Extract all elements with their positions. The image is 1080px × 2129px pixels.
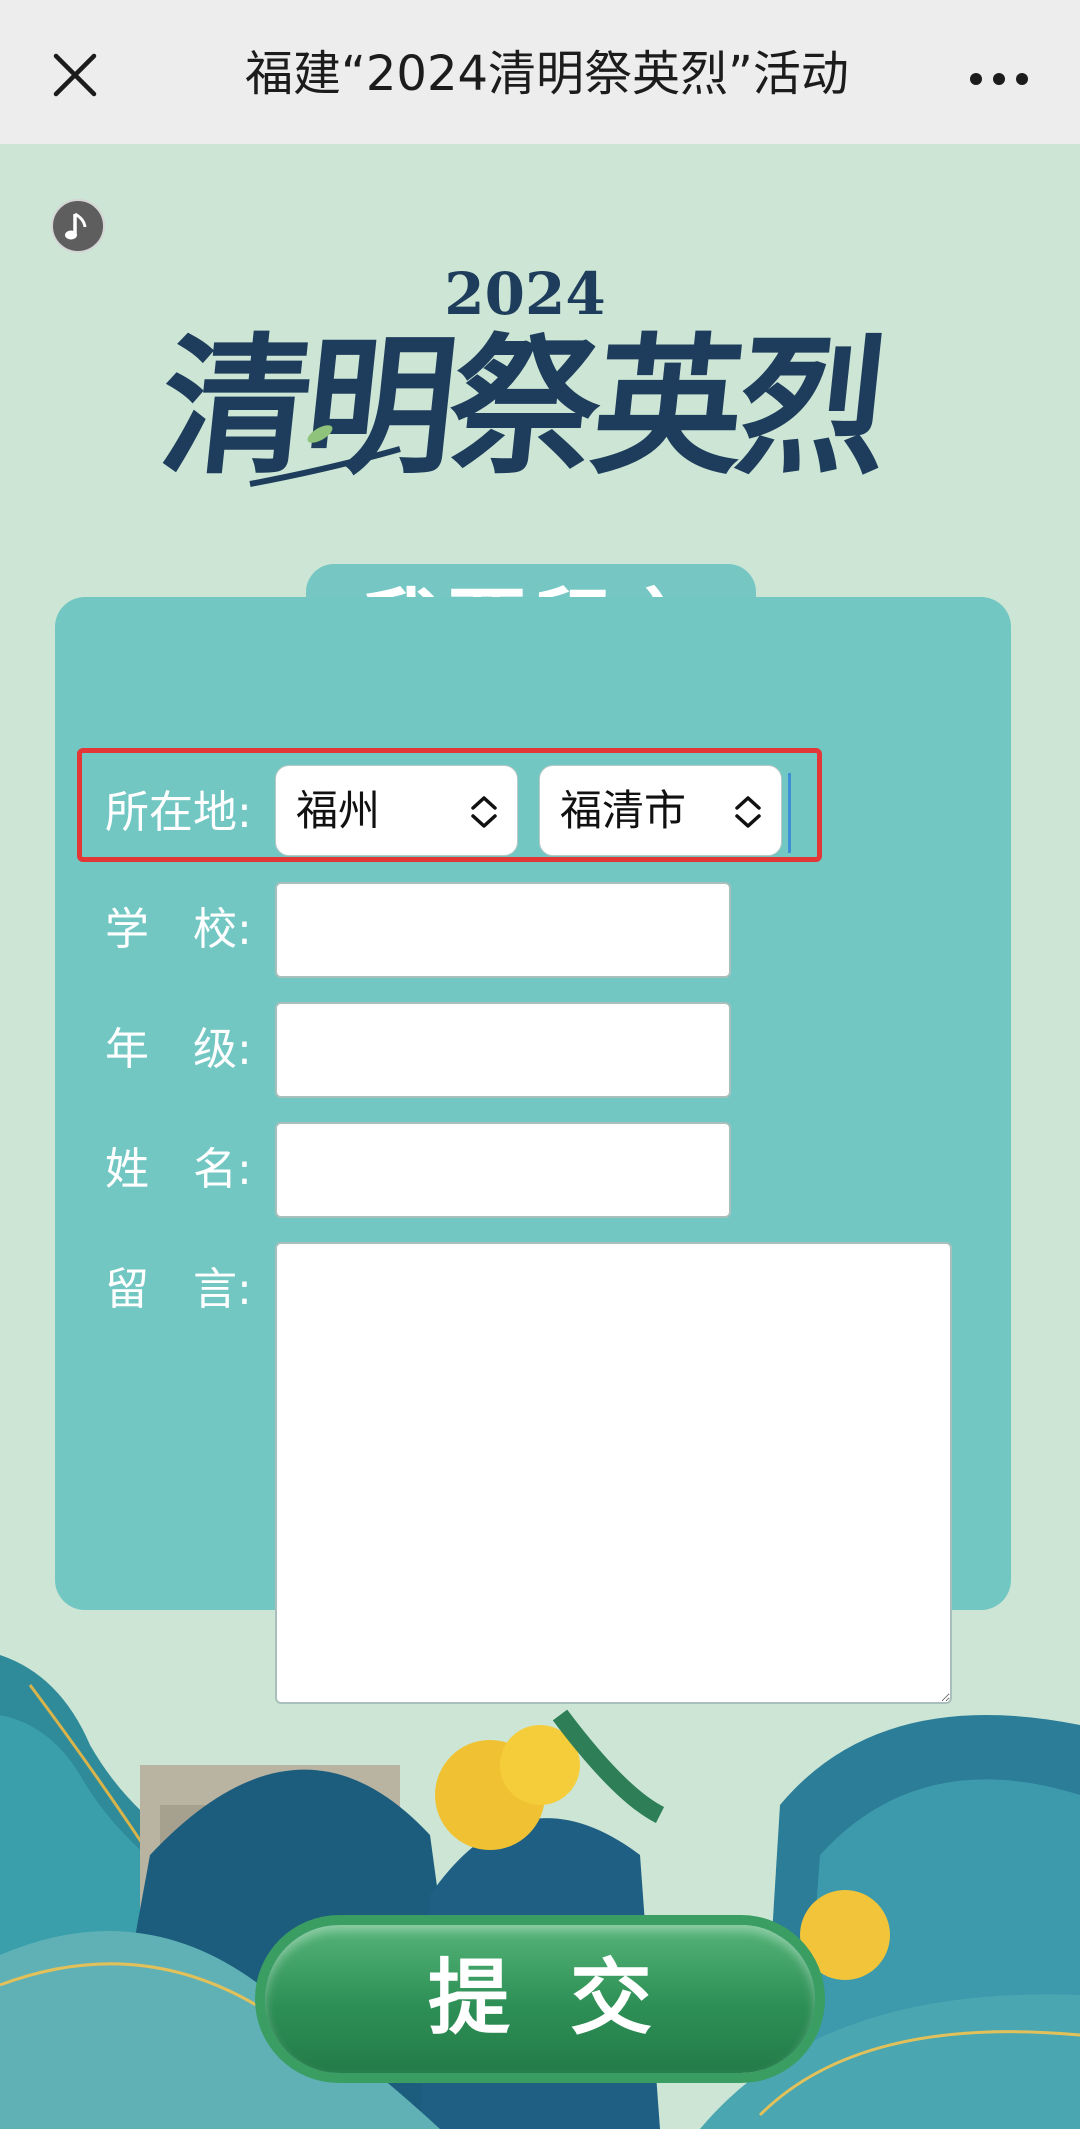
school-input[interactable] xyxy=(275,882,731,978)
message-textarea[interactable] xyxy=(275,1242,952,1704)
logo-year: 2024 xyxy=(444,260,605,328)
grade-input[interactable] xyxy=(275,1002,731,1098)
grade-label: 年 级: xyxy=(105,1024,252,1075)
message-label: 留 言: xyxy=(105,1264,252,1315)
logo-title: 清明祭英烈 xyxy=(153,319,895,495)
event-logo: 2024 清明祭英烈 xyxy=(153,260,895,495)
close-icon[interactable] xyxy=(52,52,98,98)
music-note-icon[interactable] xyxy=(51,199,105,253)
submit-button[interactable]: 提交 xyxy=(265,1925,815,2073)
name-input[interactable] xyxy=(275,1122,731,1218)
page-title: 福建“2024清明祭英烈”活动 xyxy=(245,46,849,102)
school-label: 学 校: xyxy=(105,904,252,955)
name-label: 姓 名: xyxy=(105,1144,252,1195)
more-dots-icon[interactable] xyxy=(970,72,1028,86)
location-highlight-box xyxy=(77,748,822,862)
top-navigation-bar: 福建“2024清明祭英烈”活动 xyxy=(0,0,1080,144)
